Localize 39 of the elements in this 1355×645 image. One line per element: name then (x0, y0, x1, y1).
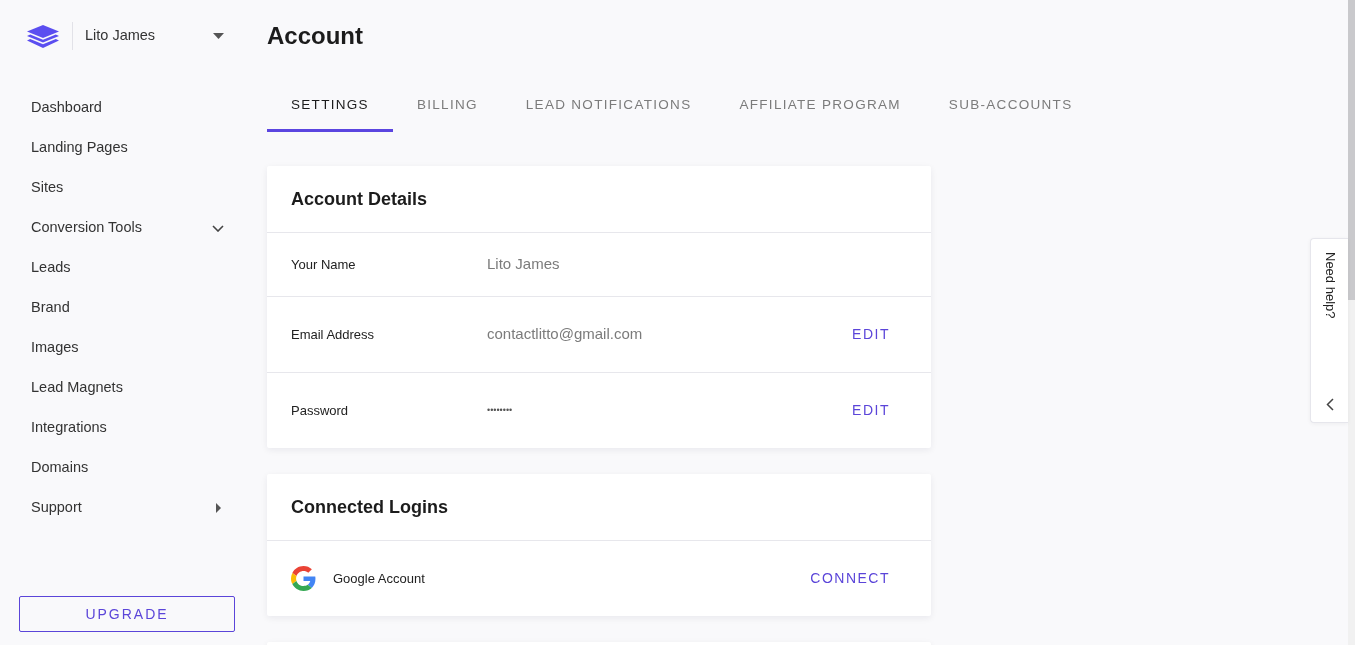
login-provider-label: Google Account (333, 569, 426, 588)
sidebar-item[interactable]: Domains (0, 448, 250, 488)
sidebar-item[interactable]: Leads (0, 248, 250, 288)
tab[interactable]: AFFILIATE PROGRAM (715, 80, 925, 132)
field-label: Password (291, 401, 350, 420)
page-title: Account (267, 22, 364, 50)
sidebar-item[interactable]: Support (0, 488, 250, 528)
sidebar-item[interactable]: Sites (0, 168, 250, 208)
layers-logo-icon (27, 24, 59, 48)
sidebar-item[interactable]: Brand (0, 288, 250, 328)
field-value: •••••••• (487, 403, 514, 417)
tab[interactable]: BILLING (392, 80, 502, 132)
chevron-left-icon (1325, 398, 1334, 411)
sidebar-item[interactable]: Integrations (0, 408, 250, 448)
sidebar-item[interactable]: Landing Pages (0, 128, 250, 168)
card-title: Account Details (291, 188, 428, 210)
field-value: Lito James (487, 254, 561, 275)
field-value: contactlitto@gmail.com (487, 324, 644, 345)
caret-right-icon (216, 503, 221, 513)
chevron-down-icon (212, 224, 224, 232)
scrollbar-thumb[interactable] (1348, 0, 1355, 300)
card-title: Connected Logins (291, 496, 448, 518)
action-link[interactable]: EDIT (852, 308, 890, 361)
tab[interactable]: LEAD NOTIFICATIONS (501, 80, 716, 132)
action-link[interactable]: EDIT (852, 384, 890, 437)
field-label: Email Address (291, 325, 376, 344)
field-label: Your Name (291, 255, 357, 274)
user-menu-button[interactable]: Lito James (85, 25, 224, 47)
upgrade-button[interactable]: UPGRADE (19, 596, 235, 632)
caret-down-icon (213, 33, 224, 39)
sidebar-item[interactable]: Images (0, 328, 250, 368)
google-g-icon (291, 566, 316, 591)
sidebar-item[interactable]: Lead Magnets (0, 368, 250, 408)
help-tab[interactable]: Need help? (1310, 238, 1348, 423)
action-link[interactable]: CONNECT (810, 552, 890, 605)
sidebar-item[interactable]: Conversion Tools (0, 208, 250, 248)
tab[interactable]: SETTINGS (267, 80, 393, 132)
sidebar-item[interactable]: Dashboard (0, 88, 250, 128)
tab[interactable]: SUB-ACCOUNTS (924, 80, 1097, 132)
